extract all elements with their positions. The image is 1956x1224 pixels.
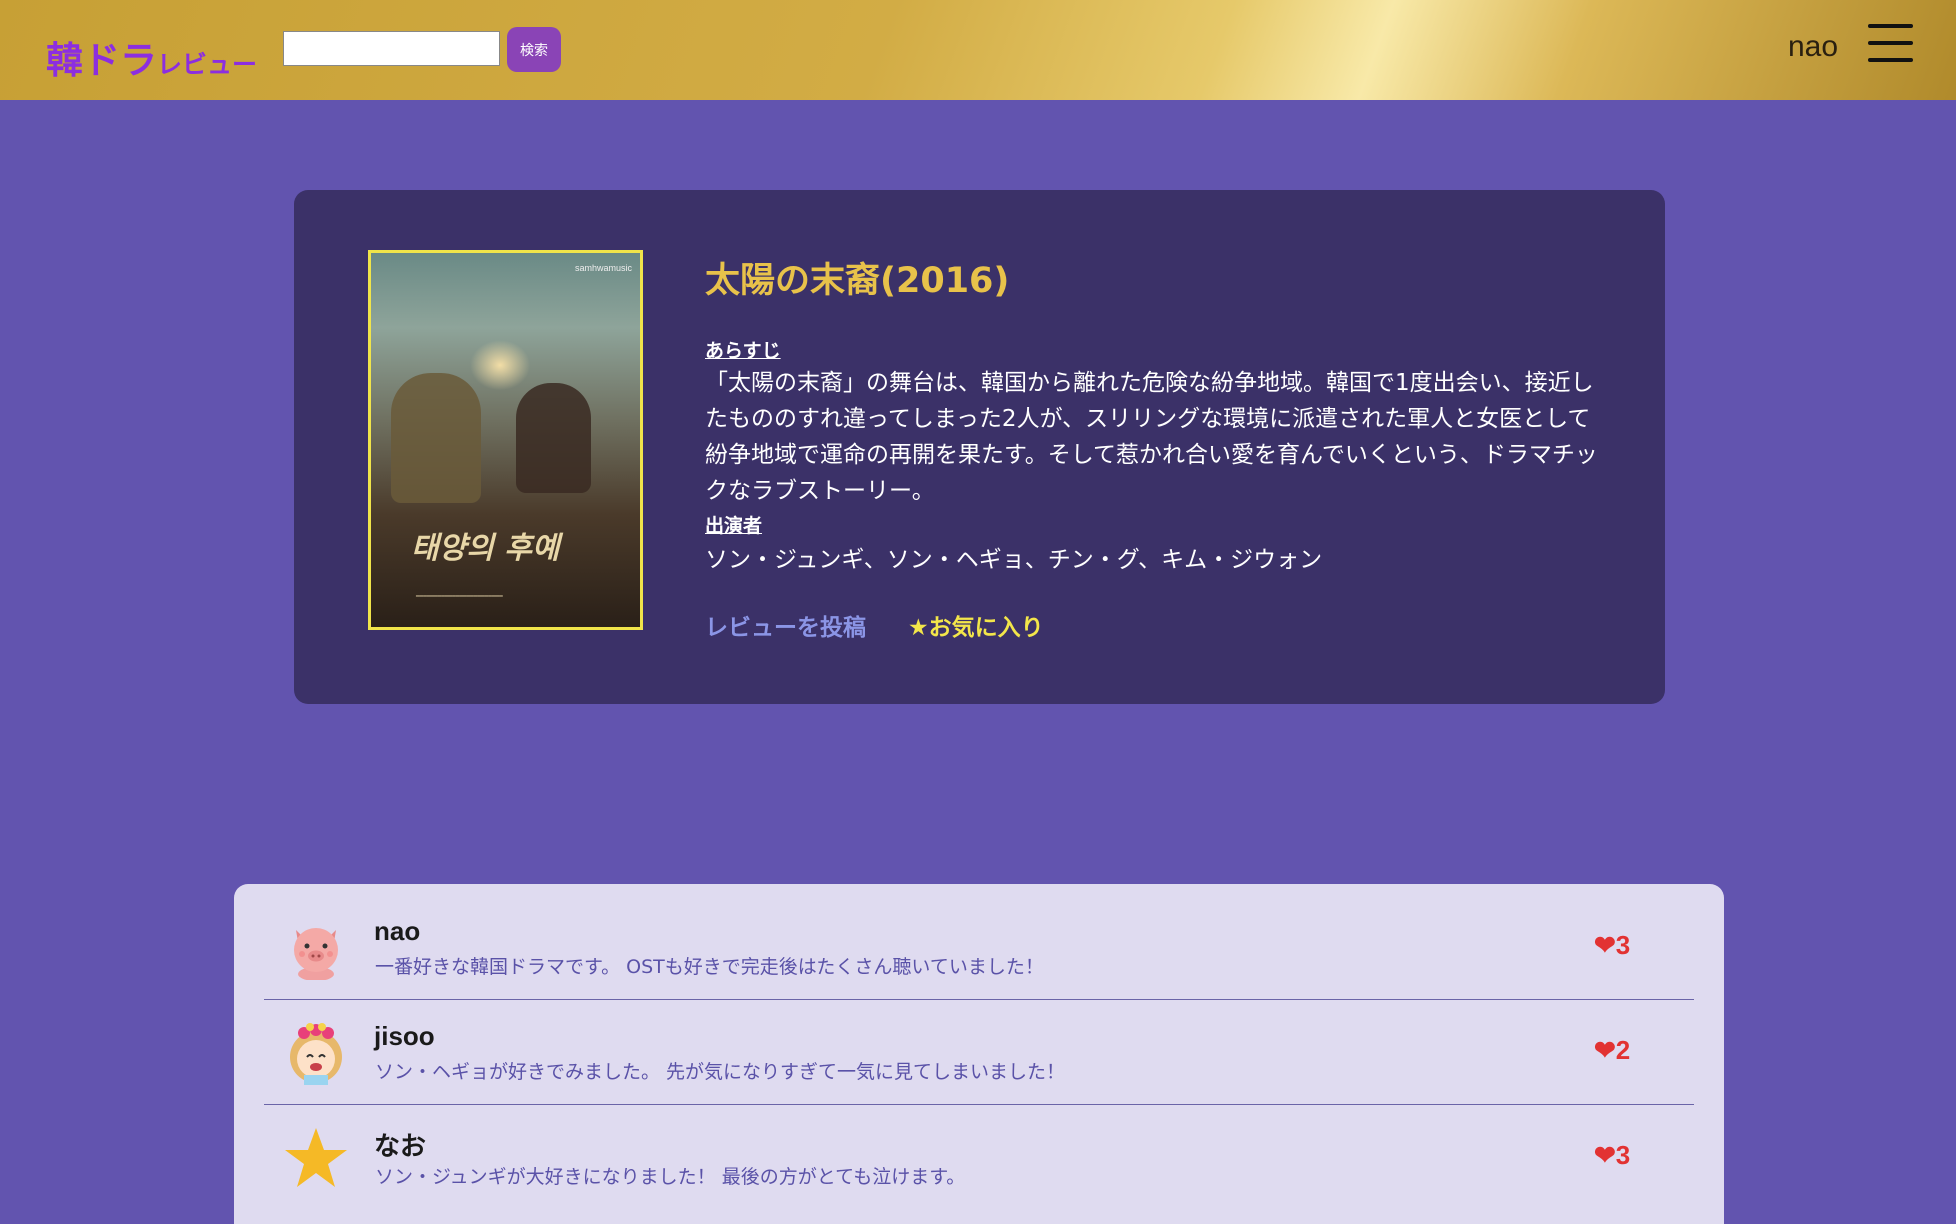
review-username[interactable]: nao (374, 916, 420, 947)
logo-main-text: 韓ドラ (46, 39, 157, 82)
like-count[interactable]: ❤3 (1594, 930, 1630, 961)
post-review-link[interactable]: レビューを投稿 (705, 608, 866, 642)
poster-title: 태양의 후예 (411, 531, 560, 566)
review-row: nao 一番好きな韓国ドラマです。 OSTも好きで完走後はたくさん聴いていました… (264, 896, 1694, 1000)
hamburger-menu-icon[interactable] (1868, 24, 1913, 64)
synopsis-text: 「太陽の末裔」の舞台は、韓国から離れた危険な紛争地域。韓国で1度出会い、接近した… (705, 370, 1598, 504)
review-text: ソン・ヘギョが好きでみました。 先が気になりすぎて一気に見てしまいました！ (375, 1061, 1066, 1083)
cast-label: 出演者 (705, 515, 763, 537)
like-number: 3 (1615, 930, 1631, 960)
review-row: jisoo ソン・ヘギョが好きでみました。 先が気になりすぎて一気に見てしまいま… (264, 1001, 1694, 1105)
review-row: なお ソン・ジュンギが大好きになりました！ 最後の方がとても泣けます。 ❤3 (264, 1106, 1694, 1210)
site-logo[interactable]: 韓ドラレビュー (46, 30, 258, 82)
like-number: 2 (1615, 1035, 1631, 1065)
like-count[interactable]: ❤2 (1594, 1035, 1630, 1066)
like-count[interactable]: ❤3 (1594, 1140, 1630, 1171)
cast-text: ソン・ジュンギ、ソン・ヘギョ、チン・グ、キム・ジウォン (705, 547, 1323, 573)
review-text: ソン・ジュンギが大好きになりました！ 最後の方がとても泣けます。 (375, 1166, 966, 1188)
synopsis-label: あらすじ (705, 340, 781, 362)
search-input[interactable] (283, 31, 500, 66)
like-number: 3 (1615, 1140, 1631, 1170)
review-list: nao 一番好きな韓国ドラマです。 OSTも好きで完走後はたくさん聴いていました… (234, 884, 1724, 1224)
review-username[interactable]: jisoo (374, 1021, 435, 1052)
favorite-link[interactable]: ★お気に入り (908, 608, 1044, 642)
search-button[interactable]: 検索 (507, 27, 561, 72)
drama-poster-image: samhwamusic 태양의 후예 ━━━━━━━━━━━━━━━━━━━━━… (368, 250, 643, 630)
logo-sub-text: レビュー (157, 50, 258, 79)
review-text: 一番好きな韓国ドラマです。 OSTも好きで完走後はたくさん聴いていました！ (375, 956, 1044, 978)
drama-detail-card: samhwamusic 태양의 후예 ━━━━━━━━━━━━━━━━━━━━━… (294, 190, 1665, 704)
heart-icon: ❤ (1594, 1035, 1616, 1065)
girl-avatar-icon (290, 1023, 342, 1085)
pig-avatar-icon (294, 928, 338, 980)
star-avatar-icon (285, 1128, 347, 1187)
review-username[interactable]: なお (374, 1126, 426, 1163)
drama-title: 太陽の末裔(2016) (705, 261, 1010, 301)
heart-icon: ❤ (1594, 930, 1616, 960)
poster-brand: samhwamusic (574, 263, 632, 273)
header-bar: 韓ドラレビュー 検索 nao (0, 0, 1956, 100)
heart-icon: ❤ (1594, 1140, 1616, 1170)
current-username[interactable]: nao (1788, 30, 1838, 64)
